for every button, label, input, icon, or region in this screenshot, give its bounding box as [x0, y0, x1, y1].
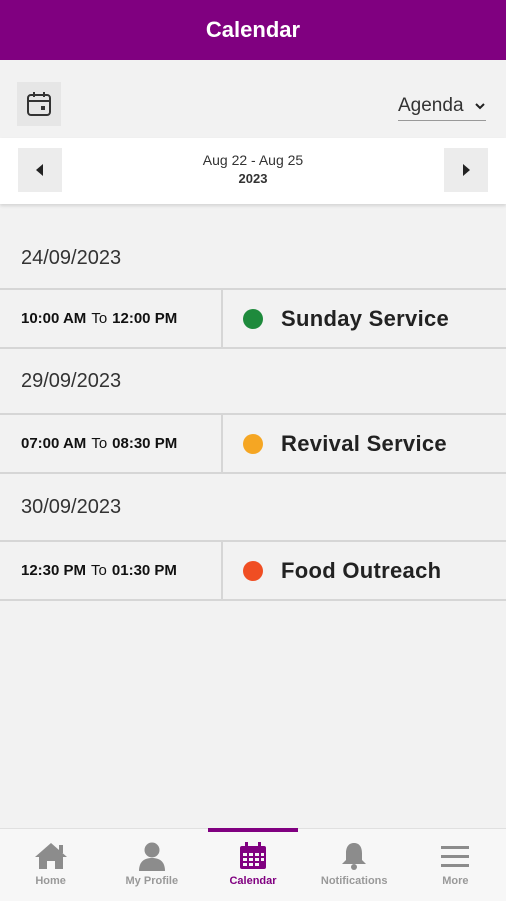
nav-tab-label: Calendar [229, 875, 277, 887]
home-icon [34, 843, 67, 869]
event-time: 12:30 PM To 01:30 PM [0, 542, 223, 599]
event-color-dot [243, 433, 263, 454]
next-range-button[interactable] [444, 148, 488, 192]
event-start-time: 12:30 PM [21, 562, 87, 579]
caret-right-icon [463, 164, 470, 176]
agenda-event[interactable]: 07:00 AM To 08:30 PM Revival Service [0, 413, 506, 474]
agenda-event[interactable]: 12:30 PM To 01:30 PM Food Outreach [0, 540, 506, 601]
nav-tab-label: My Profile [125, 875, 179, 887]
event-time: 10:00 AM To 12:00 PM [0, 290, 223, 347]
page-title: Calendar [205, 17, 301, 42]
chevron-down-icon [475, 103, 485, 110]
bottom-navigation: Home My Profile Calendar Notifications M… [0, 828, 506, 901]
event-time-separator: To [91, 310, 108, 327]
event-end-time: 08:30 PM [112, 435, 178, 452]
bell-icon [342, 843, 367, 870]
event-color-dot [243, 560, 263, 581]
agenda-date-heading: 29/09/2023 [21, 370, 122, 392]
event-title: Sunday Service [281, 305, 450, 331]
date-range-text: Aug 22 - Aug 25 [202, 152, 304, 168]
event-time-separator: To [91, 435, 108, 452]
date-picker-button[interactable] [17, 82, 61, 126]
event-title-cell: Food Outreach [223, 542, 506, 599]
event-time-separator: To [91, 562, 107, 579]
nav-tab-calendar[interactable]: Calendar [202, 828, 303, 901]
nav-tab-label: Notifications [320, 875, 388, 887]
date-range-year: 2023 [238, 171, 268, 186]
nav-tab-more[interactable]: More [405, 829, 506, 901]
event-color-dot [243, 308, 263, 329]
agenda-date-heading: 30/09/2023 [21, 496, 122, 518]
event-start-time: 07:00 AM [21, 435, 87, 452]
agenda-list: 24/09/2023 10:00 AM To 12:00 PM Sunday S… [0, 228, 506, 601]
calendar-icon [27, 92, 51, 116]
calendar-toolbar: Agenda [0, 60, 506, 140]
event-start-time: 10:00 AM [21, 310, 87, 327]
event-end-time: 12:00 PM [112, 310, 178, 327]
event-title: Revival Service [281, 430, 447, 456]
nav-tab-notifications[interactable]: Notifications [304, 829, 405, 901]
nav-tab-label: More [442, 875, 469, 887]
calendar-icon [240, 842, 266, 869]
nav-tab-my-profile[interactable]: My Profile [101, 829, 202, 901]
event-title: Food Outreach [281, 557, 442, 583]
view-mode-select[interactable]: Agenda [398, 92, 486, 121]
profile-icon [138, 842, 165, 871]
menu-icon [441, 846, 470, 867]
app-header: Calendar [0, 0, 506, 60]
view-mode-value: Agenda [398, 95, 464, 116]
date-range-navigator: Aug 22 - Aug 25 2023 [0, 138, 506, 204]
event-end-time: 01:30 PM [111, 562, 177, 579]
nav-tab-label: Home [35, 875, 66, 887]
date-range: Aug 22 - Aug 25 2023 [0, 152, 506, 186]
event-title-cell: Sunday Service [223, 290, 506, 347]
event-title-cell: Revival Service [223, 415, 506, 472]
agenda-date-heading: 24/09/2023 [21, 247, 122, 269]
agenda-event[interactable]: 10:00 AM To 12:00 PM Sunday Service [0, 288, 506, 349]
nav-tab-home[interactable]: Home [0, 829, 101, 901]
event-time: 07:00 AM To 08:30 PM [0, 415, 223, 472]
